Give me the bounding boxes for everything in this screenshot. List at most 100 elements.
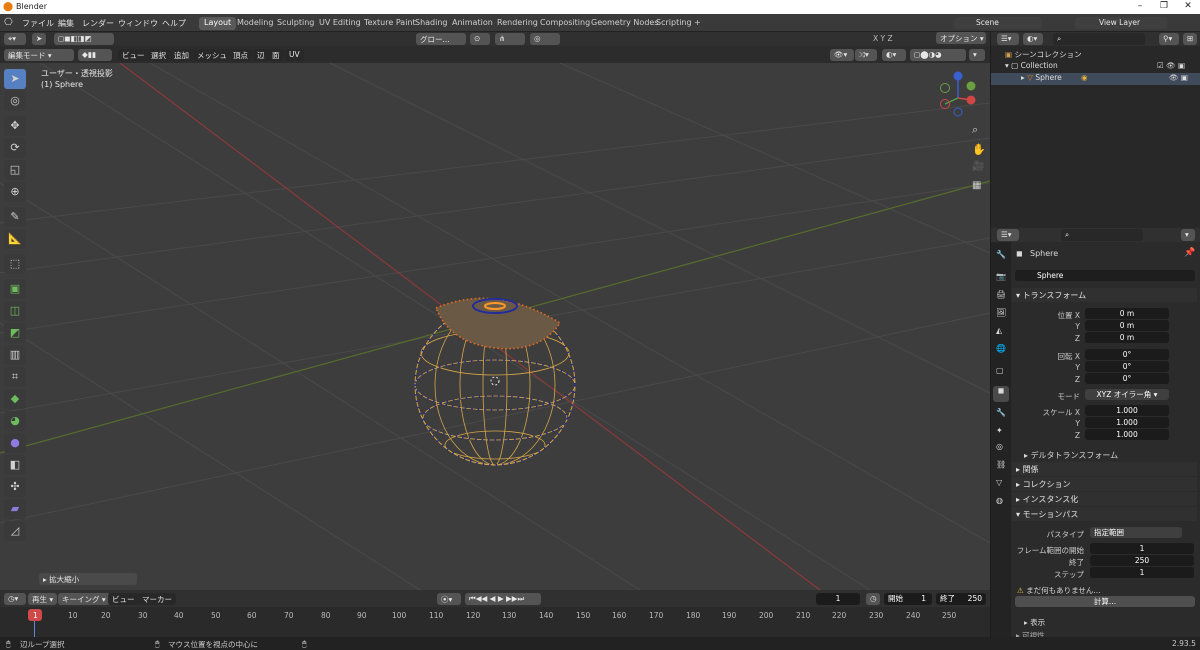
properties-editor-type-icon[interactable]: ☰▾	[997, 229, 1019, 241]
properties-search-input[interactable]: ⌕	[1061, 229, 1143, 241]
pan-hand-icon[interactable]: ✋	[972, 143, 986, 156]
select-box-tool-icon[interactable]: ➤	[4, 69, 26, 89]
last-operator-panel[interactable]: ▸ 拡大縮小	[39, 573, 137, 585]
transform-panel-header[interactable]: ▾ トランスフォーム	[1012, 288, 1197, 302]
relations-panel-header[interactable]: ▸ 関係	[1012, 462, 1197, 476]
menu-uv[interactable]: UV	[285, 49, 304, 61]
shear-tool-icon[interactable]: ▰	[4, 499, 26, 519]
timeline-editor-type-icon[interactable]: ◷▾	[4, 593, 26, 605]
location-x-field[interactable]: 0 m	[1085, 308, 1169, 319]
delta-transform-subpanel[interactable]: ▸ デルタトランスフォーム	[1024, 450, 1118, 461]
grid-view-icon[interactable]: ▦	[972, 180, 981, 191]
rotate-tool-icon[interactable]: ⟳	[4, 138, 26, 158]
motion-paths-panel-header[interactable]: ▾ モーションパス	[1012, 507, 1197, 521]
menu-window[interactable]: ウィンドウ	[118, 18, 158, 29]
scale-y-field[interactable]: 1.000	[1085, 417, 1169, 428]
inset-tool-icon[interactable]: ◫	[4, 301, 26, 321]
object-name-field[interactable]: Sphere	[1015, 270, 1195, 281]
outliner-editor-type-icon[interactable]: ☰▾	[997, 33, 1019, 45]
extrude-tool-icon[interactable]: ▣	[4, 279, 26, 299]
current-frame-field[interactable]: 1	[816, 593, 860, 605]
shrink-fatten-tool-icon[interactable]: ✣	[4, 477, 26, 497]
menu-view[interactable]: ビュー	[118, 49, 149, 61]
properties-options-icon[interactable]: ▾	[1181, 229, 1195, 241]
tool-tab-icon[interactable]: 🔧	[996, 250, 1006, 259]
sphere-expand-icon[interactable]: ▸	[1021, 73, 1025, 82]
location-y-field[interactable]: 0 m	[1085, 320, 1169, 331]
axis-z-label[interactable]: Z	[888, 34, 893, 43]
select-mode-icons[interactable]: ◆▮▮	[78, 49, 112, 61]
axis-x-label[interactable]: X	[873, 34, 878, 43]
calculate-button[interactable]: 計算...	[1015, 596, 1195, 607]
menu-vertex[interactable]: 頂点	[229, 49, 252, 61]
proportional-edit-icon[interactable]: ◎	[530, 33, 560, 45]
shading-options-icon[interactable]: ▾	[969, 49, 985, 61]
modifier-tab-icon[interactable]: 🔧	[996, 408, 1006, 417]
annotate-tool-icon[interactable]: ✎	[4, 207, 26, 227]
rotation-y-field[interactable]: 0°	[1085, 361, 1169, 372]
sphere-visibility-icons[interactable]: 👁 ▣	[1169, 73, 1188, 82]
view-layer-tab-icon[interactable]: 🖼	[996, 308, 1006, 317]
minimize-icon[interactable]: –	[1132, 1, 1148, 11]
scale-z-field[interactable]: 1.000	[1085, 429, 1169, 440]
options-dropdown[interactable]: オプション ▾	[936, 32, 986, 44]
camera-view-icon[interactable]: 🎥	[972, 161, 984, 172]
new-collection-icon[interactable]: ⊞	[1183, 33, 1197, 45]
blender-menu-icon[interactable]: ⎔	[4, 17, 13, 28]
pin-icon[interactable]: 📌	[1184, 248, 1195, 258]
axis-y-label[interactable]: Y	[881, 34, 886, 43]
selection-mode-buttons[interactable]: ◻◼◧◨◩	[54, 33, 114, 45]
location-z-field[interactable]: 0 m	[1085, 332, 1169, 343]
3d-viewport[interactable]: ユーザー・透視投影 (1) Sphere ⌕ ✋ 🎥 ▦ ▸ 拡大縮小	[0, 63, 990, 590]
playback-menu[interactable]: 再生 ▾	[28, 593, 58, 605]
measure-tool-icon[interactable]: 📐	[4, 229, 26, 249]
poly-build-tool-icon[interactable]: ◆	[4, 389, 26, 409]
collection-expand-icon[interactable]: ▾	[1005, 61, 1009, 70]
snap-icon[interactable]: ⋔	[495, 33, 525, 45]
spin-tool-icon[interactable]: ◕	[4, 411, 26, 431]
object-tab-icon[interactable]: ◼	[993, 386, 1009, 402]
auto-keying-icon[interactable]: ⦿▾	[437, 593, 461, 605]
maximize-icon[interactable]: ❐	[1156, 1, 1172, 11]
outliner-row-collection[interactable]: ▾ ▢ Collection ☑ 👁 ▣	[991, 61, 1200, 73]
outliner-row-scene-collection[interactable]: ▣ シーンコレクション	[991, 49, 1200, 61]
frame-start-field[interactable]: 1	[1090, 543, 1194, 554]
collection-visibility-icons[interactable]: ☑ 👁 ▣	[1157, 61, 1185, 70]
outliner-row-sphere[interactable]: ▸ ▽ Sphere ◉ 👁 ▣	[991, 73, 1200, 85]
tab-animation[interactable]: Animation	[447, 17, 498, 30]
collection-tab-icon[interactable]: ▢	[996, 366, 1004, 375]
scale-x-field[interactable]: 1.000	[1085, 405, 1169, 416]
collections-panel-header[interactable]: ▸ コレクション	[1012, 477, 1197, 491]
filter-icon[interactable]: ⚲▾	[1159, 33, 1179, 45]
physics-tab-icon[interactable]: ◎	[996, 442, 1003, 451]
timeline-view-menu[interactable]: ビュー	[108, 593, 139, 605]
preview-range-icon[interactable]: ◷	[866, 593, 880, 605]
frame-end-field[interactable]: 250	[1090, 555, 1194, 566]
scene-tab-icon[interactable]: ◭	[996, 326, 1002, 335]
view-layer-selector[interactable]: View Layer	[1075, 17, 1167, 29]
add-workspace-icon[interactable]: +	[689, 17, 706, 30]
move-tool-icon[interactable]: ✥	[4, 116, 26, 136]
shading-mode-buttons[interactable]: ◻⬤◑◕	[910, 49, 966, 61]
smooth-tool-icon[interactable]: ●	[4, 433, 26, 453]
display-mode-icon[interactable]: ◐▾	[1023, 33, 1043, 45]
menu-edit[interactable]: 編集	[58, 18, 74, 29]
gizmo-toggle-icon[interactable]: ⤨▾	[855, 49, 877, 61]
tab-uv-editing[interactable]: UV Editing	[314, 17, 366, 30]
marker-menu[interactable]: マーカー	[138, 593, 176, 605]
zoom-icon[interactable]: ⌕	[972, 123, 978, 137]
menu-edge[interactable]: 辺	[253, 49, 269, 61]
frame-start-timeline[interactable]: 開始 1	[884, 593, 932, 605]
add-cube-tool-icon[interactable]: ⬚	[4, 254, 26, 274]
rotation-x-field[interactable]: 0°	[1085, 349, 1169, 360]
transform-tool-icon[interactable]: ⊕	[4, 182, 26, 202]
bevel-tool-icon[interactable]: ◩	[4, 323, 26, 343]
data-tab-icon[interactable]: ▽	[996, 478, 1002, 487]
menu-render[interactable]: レンダー	[82, 18, 114, 29]
tab-sculpting[interactable]: Sculpting	[272, 17, 319, 30]
editor-type-button[interactable]: ⌖▾	[4, 33, 26, 45]
knife-tool-icon[interactable]: ⌗	[4, 367, 26, 387]
menu-help[interactable]: ヘルプ	[162, 18, 186, 29]
render-tab-icon[interactable]: 📷	[996, 272, 1006, 281]
close-icon[interactable]: ✕	[1180, 1, 1196, 11]
